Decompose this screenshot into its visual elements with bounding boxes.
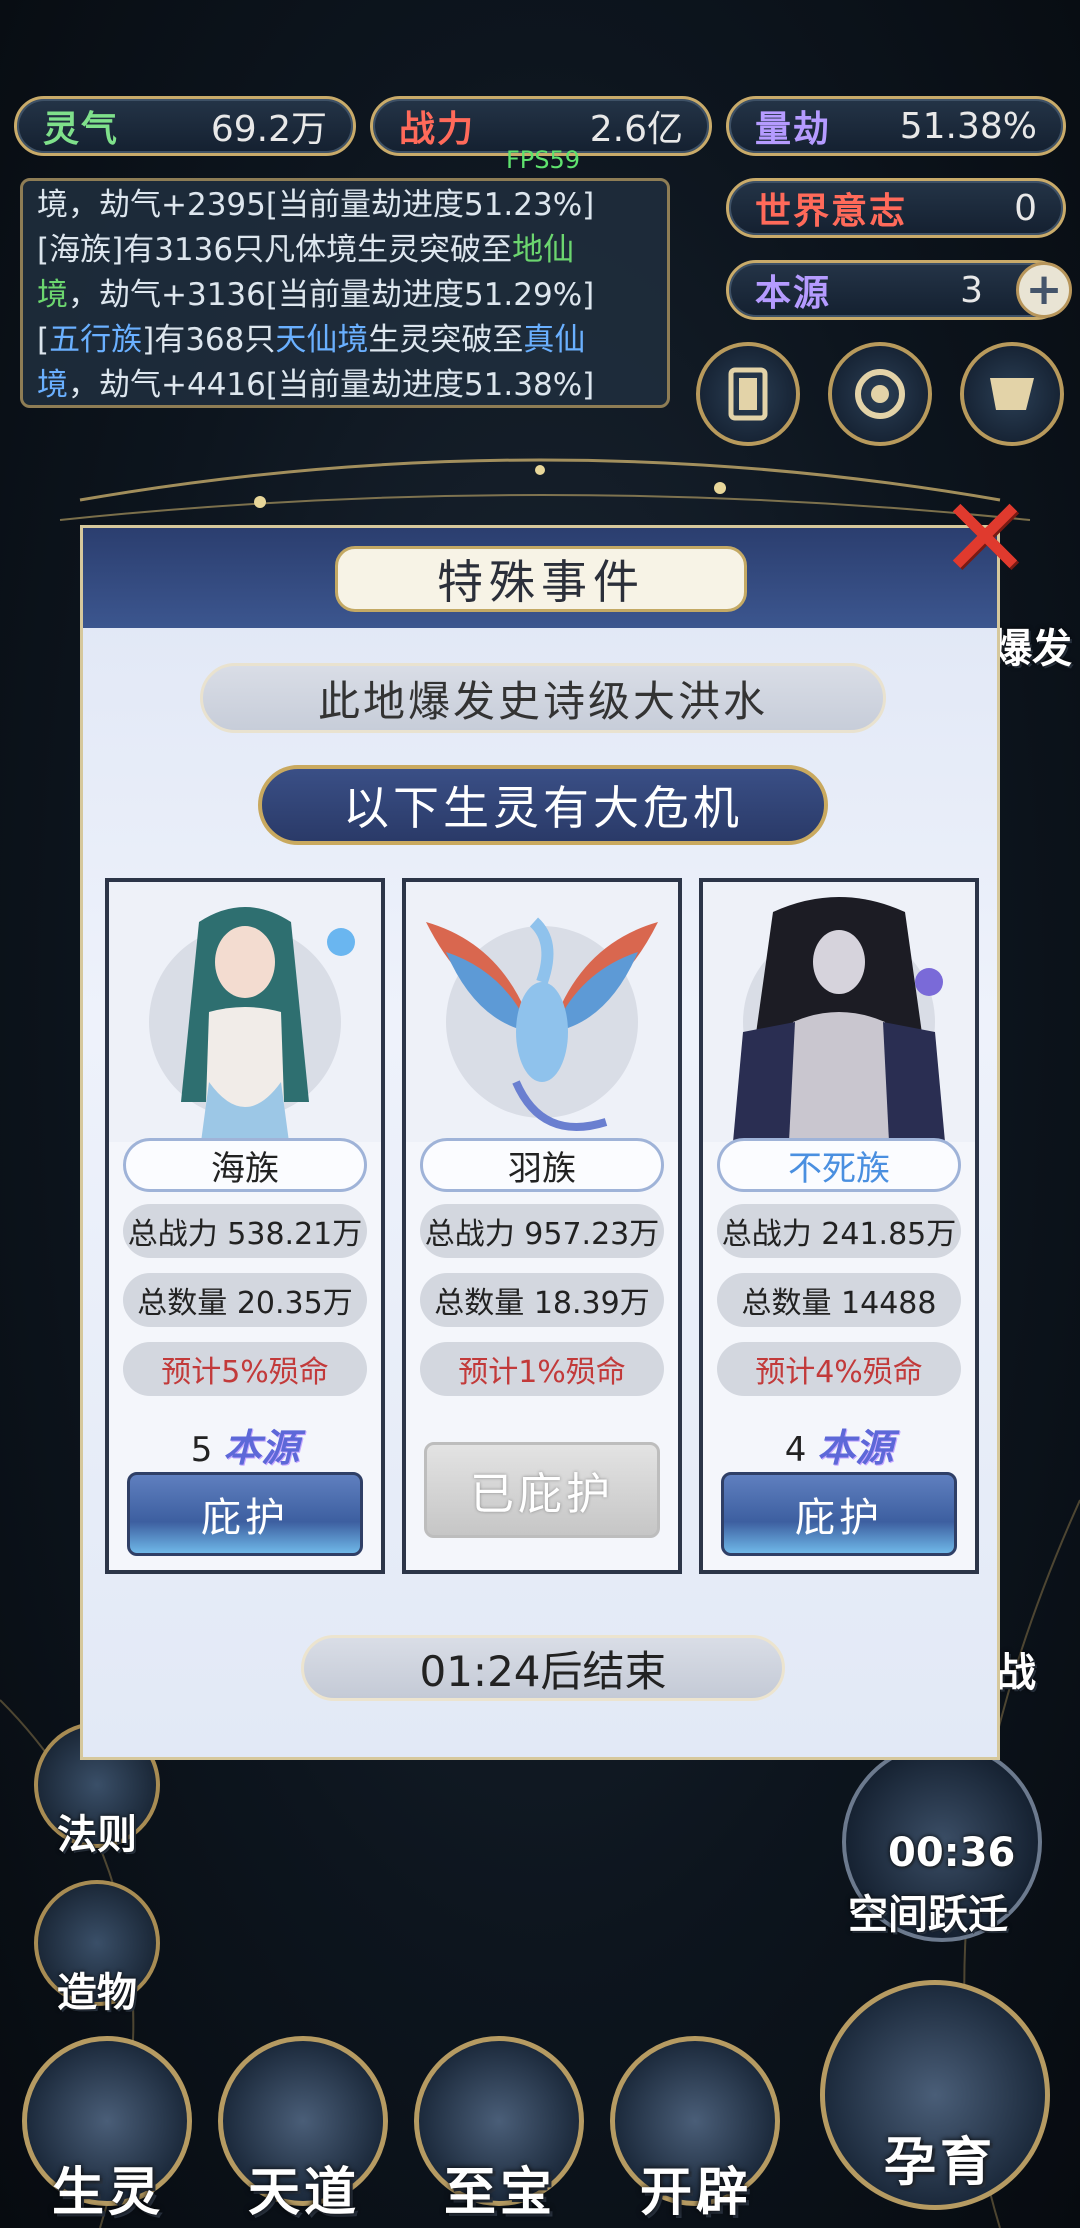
cycle-icon — [855, 369, 905, 419]
sea-race-portrait — [109, 882, 381, 1142]
total-power: 总战力 538.21万 — [123, 1204, 367, 1258]
stat-zhanli-value: 2.6亿 — [589, 109, 683, 150]
protect-button[interactable]: 庇护 — [127, 1472, 363, 1556]
race-card-undead: 不死族 总战力 241.85万 总数量 14488 预计4%殒命 4 本源 庇护 — [699, 878, 979, 1574]
danger-banner: 以下生灵有大危机 — [258, 765, 828, 845]
event-log[interactable]: 境，劫气+2395[当前量劫进度51.23%] [海族]有3136只凡体境生灵突… — [20, 178, 670, 408]
modal-title: 特殊事件 — [335, 546, 747, 612]
total-count: 总数量 18.39万 — [420, 1273, 664, 1327]
scroll-icon — [990, 378, 1034, 410]
scroll-button[interactable] — [960, 342, 1064, 446]
burst-label[interactable]: 爆发 — [992, 616, 1072, 674]
total-count: 总数量 14488 — [717, 1273, 961, 1327]
death-estimate: 预计4%殒命 — [717, 1342, 961, 1396]
stat-origin-label: 本源 — [755, 273, 832, 314]
total-count: 总数量 20.35万 — [123, 1273, 367, 1327]
stat-liangjie: 量劫 51.38% — [726, 96, 1066, 156]
protect-button[interactable]: 庇护 — [721, 1472, 957, 1556]
log-line: 境，劫气+2395[当前量劫进度51.23%] — [37, 187, 595, 223]
stat-world-will: 世界意志 0 — [726, 178, 1066, 238]
bottom-nurture-label: 孕育 — [883, 2133, 996, 2193]
log-line: [五行族]有368只天仙境生灵突破至真仙 — [37, 322, 586, 358]
bottom-heaven-label: 天道 — [247, 2163, 360, 2223]
bottom-beings-label: 生灵 — [51, 2163, 164, 2223]
fps-counter: FPS59 — [506, 146, 581, 174]
race-card-feather: 羽族 总战力 957.23万 总数量 18.39万 预计1%殒命 已庇护 — [402, 878, 682, 1574]
war-label[interactable]: 战 — [996, 1640, 1036, 1698]
space-jump-label: 空间跃迁 — [848, 1892, 1008, 1938]
stat-world-will-value: 0 — [1014, 187, 1037, 229]
bottom-open-label: 开辟 — [639, 2163, 752, 2223]
log-line: [海族]有3136只凡体境生灵突破至地仙 — [37, 232, 575, 268]
cards-button[interactable] — [696, 342, 800, 446]
cards-icon — [728, 367, 768, 421]
stat-lingqi-value: 69.2万 — [210, 109, 327, 150]
race-name: 不死族 — [717, 1138, 961, 1192]
death-estimate: 预计1%殒命 — [420, 1342, 664, 1396]
cycle-button[interactable] — [828, 342, 932, 446]
total-power: 总战力 957.23万 — [420, 1204, 664, 1258]
stat-liangjie-label: 量劫 — [755, 109, 832, 150]
race-name: 羽族 — [420, 1138, 664, 1192]
log-line: 境，劫气+4416[当前量劫进度51.38%] — [37, 367, 595, 403]
stat-origin: 本源 3 — [726, 260, 1066, 320]
side-rules-label: 法则 — [57, 1812, 137, 1858]
space-jump-timer: 00:36 — [888, 1830, 1016, 1876]
protected-button[interactable]: 已庇护 — [424, 1442, 660, 1538]
special-event-modal: 特殊事件 此地爆发史诗级大洪水 以下生灵有大危机 海族 总战力 538.21万 … — [80, 525, 1000, 1760]
stat-lingqi: 灵气 69.2万 — [14, 96, 356, 156]
stat-origin-value: 3 — [960, 269, 983, 311]
bottom-treasure-label: 至宝 — [443, 2163, 556, 2223]
undead-race-portrait — [703, 882, 975, 1142]
add-origin-button[interactable]: + — [1016, 262, 1072, 318]
death-estimate: 预计5%殒命 — [123, 1342, 367, 1396]
stat-zhanli-label: 战力 — [399, 109, 476, 150]
origin-cost: 4 本源 — [784, 1426, 894, 1470]
event-description: 此地爆发史诗级大洪水 — [200, 663, 886, 733]
close-x-icon[interactable]: ✕ — [935, 483, 1035, 593]
event-timer: 01:24后结束 — [301, 1635, 785, 1701]
total-power: 总战力 241.85万 — [717, 1204, 961, 1258]
log-line: 境，劫气+3136[当前量劫进度51.29%] — [37, 277, 595, 313]
race-name: 海族 — [123, 1138, 367, 1192]
stat-world-will-label: 世界意志 — [755, 191, 908, 232]
stat-liangjie-value: 51.38% — [899, 105, 1037, 147]
feather-race-portrait — [406, 882, 678, 1142]
side-create-label: 造物 — [57, 1970, 137, 2016]
stat-lingqi-label: 灵气 — [43, 109, 120, 150]
race-card-sea: 海族 总战力 538.21万 总数量 20.35万 预计5%殒命 5 本源 庇护 — [105, 878, 385, 1574]
origin-cost: 5 本源 — [190, 1426, 300, 1470]
